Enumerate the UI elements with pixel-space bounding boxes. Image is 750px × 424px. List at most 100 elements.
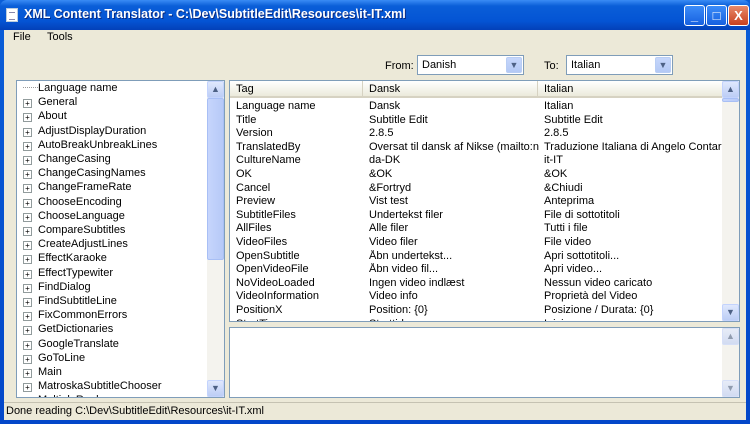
tree-item[interactable]: + AdjustDisplayDuration: [23, 125, 146, 139]
expand-icon[interactable]: +: [23, 326, 32, 336]
scroll-down-icon[interactable]: ▼: [207, 380, 224, 397]
chevron-down-icon[interactable]: ▼: [506, 57, 522, 73]
expand-icon[interactable]: +: [23, 397, 32, 398]
tree-item[interactable]: + ChangeFrameRate: [23, 181, 132, 195]
table-row[interactable]: CultureName da-DK it-IT: [230, 154, 720, 167]
scroll-down-icon[interactable]: ▼: [722, 304, 739, 321]
table-row[interactable]: OpenVideoFile Åbn video fil... Apri video.…: [230, 263, 720, 276]
expand-icon[interactable]: +: [23, 198, 32, 208]
menu-tools[interactable]: Tools: [47, 31, 73, 43]
table-row[interactable]: VideoFiles Video filer File video: [230, 236, 720, 249]
table-row[interactable]: PositionX Position: {0} Posizione / Durata…: [230, 304, 720, 317]
tree-item[interactable]: + EffectKaraoke: [23, 252, 107, 266]
tree-item[interactable]: + About: [23, 110, 67, 124]
tree-item[interactable]: Language name: [23, 82, 118, 96]
expand-icon[interactable]: +: [23, 283, 32, 293]
expand-icon[interactable]: +: [23, 269, 32, 279]
table-row[interactable]: SubtitleFiles Undertekst filer File di sot…: [230, 209, 720, 222]
to-language-value: Italian: [571, 59, 601, 71]
chevron-down-icon[interactable]: ▼: [655, 57, 671, 73]
table-row[interactable]: Preview Vist test Anteprima: [230, 195, 720, 208]
tree-item[interactable]: + FixCommonErrors: [23, 309, 127, 323]
table-row[interactable]: OK &OK &OK: [230, 168, 720, 181]
table-row[interactable]: Language name Dansk Italian: [230, 100, 720, 113]
tree-item[interactable]: + Main: [23, 366, 62, 380]
target-cell: Traduzione Italiana di Angelo Contardi: [544, 140, 724, 153]
expand-icon[interactable]: +: [23, 255, 32, 265]
expand-icon[interactable]: +: [23, 340, 32, 350]
tree-item[interactable]: + FindSubtitleLine: [23, 295, 117, 309]
minimize-button[interactable]: _: [684, 5, 705, 26]
scroll-up-icon[interactable]: ▲: [722, 328, 739, 345]
title-bar[interactable]: XML Content Translator - C:\Dev\Subtitle…: [0, 0, 750, 30]
expand-icon[interactable]: +: [23, 227, 32, 236]
scroll-thumb[interactable]: [722, 98, 739, 102]
scroll-down-icon[interactable]: ▼: [722, 380, 739, 397]
expand-icon[interactable]: +: [23, 141, 32, 151]
source-cell: Oversat til dansk af Nikse (mailto:niks.…: [369, 140, 539, 153]
column-header-source[interactable]: Dansk: [363, 81, 538, 98]
expand-icon[interactable]: +: [23, 184, 32, 194]
expand-icon[interactable]: +: [23, 369, 32, 378]
table-row[interactable]: OpenSubtitle Åbn undertekst... Apri sottot…: [230, 250, 720, 263]
expand-icon[interactable]: +: [23, 127, 32, 137]
tree-item-label: ChooseEncoding: [38, 195, 122, 208]
tree-item[interactable]: + ChangeCasing: [23, 153, 111, 167]
app-icon: [6, 8, 18, 22]
tag-tree[interactable]: Language name + General + About + AdjustDispla…: [16, 80, 225, 398]
tree-item[interactable]: + GoToLine: [23, 352, 85, 366]
to-language-select[interactable]: Italian ▼: [566, 55, 673, 75]
tag-cell: StartTime: [236, 318, 364, 321]
tag-cell: NoVideoLoaded: [236, 276, 315, 289]
table-row[interactable]: TranslatedBy Oversat til dansk af Nikse (…: [230, 140, 724, 154]
scroll-up-icon[interactable]: ▲: [207, 81, 224, 98]
table-row[interactable]: Cancel &Fortryd &Chiudi: [230, 182, 720, 195]
scroll-thumb[interactable]: [207, 98, 224, 260]
menu-file[interactable]: File: [13, 31, 31, 43]
translation-list[interactable]: Tag Dansk Italian Language name Dansk Ital…: [229, 80, 740, 322]
tree-item[interactable]: + GetDictionaries: [23, 323, 113, 337]
expand-icon[interactable]: +: [23, 312, 32, 322]
expand-icon[interactable]: +: [23, 241, 32, 251]
table-row[interactable]: AllFiles Alle filer Tutti i file: [230, 222, 720, 235]
close-button[interactable]: X: [728, 5, 749, 26]
table-row[interactable]: NoVideoLoaded Ingen video indlæst Nessun v…: [230, 277, 720, 290]
tree-item[interactable]: + MatroskaSubtitleChooser: [23, 380, 162, 394]
expand-icon[interactable]: +: [23, 383, 32, 393]
tree-item-label: General: [38, 96, 78, 109]
table-row[interactable]: Version 2.8.5 2.8.5: [230, 127, 720, 140]
scroll-up-icon[interactable]: ▲: [722, 81, 739, 98]
column-header-target[interactable]: Italian: [538, 81, 724, 98]
table-row[interactable]: StartTimeStarttidInizio: [230, 318, 720, 321]
tree-item[interactable]: + FindDialog: [23, 281, 91, 295]
tree-item[interactable]: + CreateAdjustLines: [23, 238, 128, 252]
expand-icon[interactable]: +: [23, 156, 32, 165]
expand-icon[interactable]: +: [23, 354, 32, 364]
tree-item-label: FixCommonErrors: [38, 309, 128, 322]
tree-item[interactable]: + ChooseLanguage: [23, 210, 125, 224]
expand-icon[interactable]: +: [23, 298, 32, 307]
tree-item[interactable]: + MultipleReplace: [23, 394, 116, 398]
tree-item[interactable]: + AutoBreakUnbreakLines: [23, 139, 157, 153]
edit-scrollbar[interactable]: ▲ ▼: [722, 328, 739, 397]
tree-item[interactable]: + CompareSubtitles: [23, 224, 125, 238]
expand-icon[interactable]: +: [23, 113, 32, 123]
maximize-button[interactable]: □: [706, 5, 727, 26]
tree-item[interactable]: + General: [23, 96, 77, 110]
table-row[interactable]: VideoInformation Video info Proprietà del …: [230, 290, 720, 303]
list-scrollbar[interactable]: ▲ ▼: [722, 81, 739, 321]
table-row[interactable]: Title Subtitle Edit Subtitle Edit: [230, 114, 720, 127]
expand-icon[interactable]: +: [23, 170, 32, 180]
expand-icon[interactable]: +: [23, 99, 32, 109]
from-language-select[interactable]: Danish ▼: [417, 55, 524, 75]
tree-item[interactable]: + GoogleTranslate: [23, 338, 119, 352]
column-header-tag[interactable]: Tag: [230, 81, 363, 98]
tree-item[interactable]: + ChangeCasingNames: [23, 167, 146, 181]
tree-item[interactable]: + ChooseEncoding: [23, 196, 122, 210]
tree-scrollbar[interactable]: ▲ ▼: [207, 81, 224, 397]
expand-icon[interactable]: +: [23, 212, 32, 222]
menu-bar: File Tools: [4, 30, 746, 46]
status-text: Done reading C:\Dev\SubtitleEdit\Resourc…: [6, 405, 264, 417]
translation-edit-box[interactable]: ▲ ▼: [229, 327, 740, 398]
tree-item[interactable]: + EffectTypewiter: [23, 267, 113, 281]
